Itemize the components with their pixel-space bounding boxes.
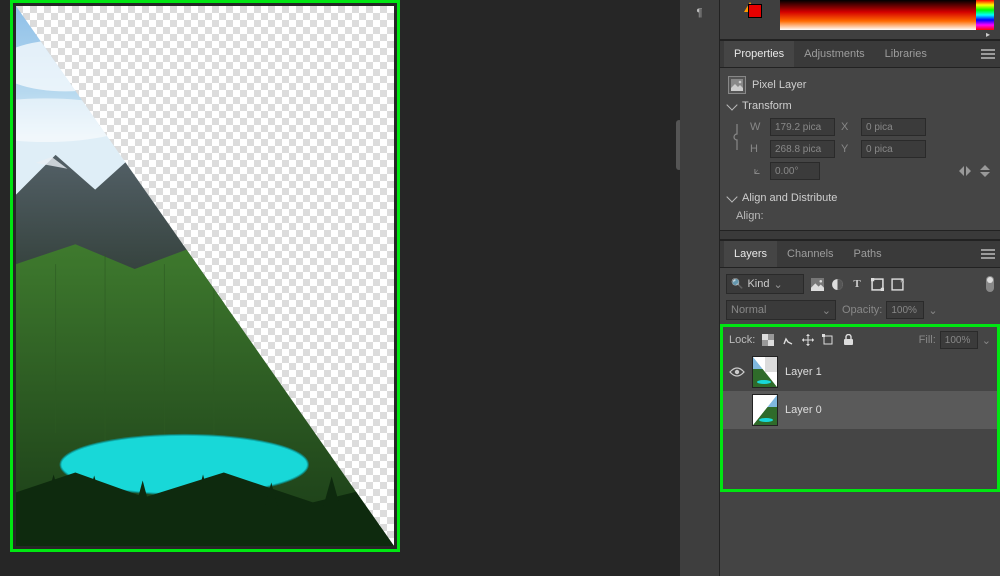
layers-tabs: Layers Channels Paths	[720, 240, 1000, 268]
lock-label: Lock:	[729, 334, 755, 346]
document-image	[16, 6, 394, 546]
collapsed-panel-strip: ¶	[680, 0, 720, 576]
right-panels: ▸ Properties Adjustments Libraries Pixel…	[720, 0, 1000, 576]
search-icon: 🔍	[731, 279, 743, 290]
height-field[interactable]: 268.8 pica	[770, 140, 835, 158]
lock-transparency-icon[interactable]	[761, 333, 775, 347]
foreground-swatch[interactable]	[748, 4, 762, 18]
tab-layers[interactable]: Layers	[724, 241, 777, 267]
filter-smartobject-icon[interactable]	[890, 277, 904, 291]
lock-all-icon[interactable]	[841, 333, 855, 347]
layers-flyout-menu-icon[interactable]	[976, 242, 1000, 266]
document[interactable]	[16, 6, 394, 546]
x-field[interactable]: 0 pica	[861, 118, 926, 136]
filter-type-icon[interactable]: T	[850, 277, 864, 291]
align-label: Align:	[736, 210, 764, 222]
chevron-down-icon: ⌄	[773, 278, 785, 291]
fill-field[interactable]: 100%	[940, 331, 978, 349]
tab-adjustments[interactable]: Adjustments	[794, 41, 875, 67]
y-label: Y	[841, 143, 855, 155]
section-align-header[interactable]: Align and Distribute	[728, 192, 992, 204]
lock-image-icon[interactable]	[781, 333, 795, 347]
filter-kind-label: Kind	[747, 278, 769, 290]
blend-mode-select[interactable]: Normal ⌄	[726, 300, 836, 320]
paragraph-panel-icon[interactable]: ¶	[691, 4, 709, 22]
visibility-toggle[interactable]	[729, 366, 745, 378]
properties-tabs: Properties Adjustments Libraries	[720, 40, 1000, 68]
filter-toggle[interactable]	[986, 276, 994, 292]
transform-grid: W 179.2 pica X 0 pica H 268.8 pica Y 0 p…	[728, 118, 992, 158]
layer-type-label: Pixel Layer	[752, 79, 806, 91]
lock-position-icon[interactable]	[801, 333, 815, 347]
layer-name[interactable]: Layer 1	[785, 366, 822, 378]
filter-kind-select[interactable]: 🔍 Kind ⌄	[726, 274, 804, 294]
hue-strip[interactable]	[976, 0, 994, 30]
pixel-layer-icon	[728, 76, 746, 94]
opacity-field[interactable]: 100%	[886, 301, 924, 319]
angle-icon: ⟀	[750, 164, 764, 178]
chevron-down-icon	[726, 191, 737, 202]
blend-opacity-row: Normal ⌄ Opacity: 100% ⌄	[720, 300, 1000, 324]
blend-mode-value: Normal	[731, 304, 766, 316]
link-wh-icon[interactable]	[732, 122, 742, 159]
chevron-down-icon[interactable]: ⌄	[928, 304, 937, 317]
color-panel-resize-icon: ▸	[986, 30, 990, 39]
flip-vertical-icon[interactable]	[978, 164, 992, 178]
rotation-field[interactable]: 0.00°	[770, 162, 820, 180]
color-panel[interactable]: ▸	[720, 0, 1000, 40]
layers-list-highlight-frame: Lock: Fill: 100% ⌄	[720, 324, 1000, 492]
flip-horizontal-icon[interactable]	[958, 164, 972, 178]
layer-thumbnail[interactable]	[753, 357, 777, 387]
panel-spacer	[720, 230, 1000, 240]
layer-filter-row: 🔍 Kind ⌄ T	[720, 268, 1000, 300]
canvas-area[interactable]	[0, 0, 680, 576]
filter-pixel-icon[interactable]	[810, 277, 824, 291]
lock-artboard-icon[interactable]	[821, 333, 835, 347]
section-transform-header[interactable]: Transform	[728, 100, 992, 112]
fill-label: Fill:	[919, 334, 936, 346]
lock-row: Lock: Fill: 100% ⌄	[723, 327, 997, 353]
layer-row[interactable]: Layer 0	[723, 391, 997, 429]
width-field[interactable]: 179.2 pica	[770, 118, 835, 136]
filter-shape-icon[interactable]	[870, 277, 884, 291]
layer-thumbnail[interactable]	[753, 395, 777, 425]
section-align-label: Align and Distribute	[742, 192, 837, 204]
layer-name[interactable]: Layer 0	[785, 404, 822, 416]
tab-libraries[interactable]: Libraries	[875, 41, 937, 67]
y-field[interactable]: 0 pica	[861, 140, 926, 158]
opacity-label: Opacity:	[842, 304, 882, 316]
filter-adjustment-icon[interactable]	[830, 277, 844, 291]
tab-properties[interactable]: Properties	[724, 41, 794, 67]
w-label: W	[750, 121, 764, 133]
x-label: X	[841, 121, 855, 133]
document-highlight-frame	[10, 0, 400, 552]
section-transform-label: Transform	[742, 100, 792, 112]
tab-paths[interactable]: Paths	[844, 241, 892, 267]
chevron-down-icon[interactable]: ⌄	[982, 334, 991, 347]
h-label: H	[750, 143, 764, 155]
tab-channels[interactable]: Channels	[777, 241, 843, 267]
properties-flyout-menu-icon[interactable]	[976, 42, 1000, 66]
color-ramp[interactable]	[780, 0, 994, 30]
properties-body: Pixel Layer Transform W 179.2 pica X 0 p…	[720, 68, 1000, 230]
chevron-down-icon	[726, 99, 737, 110]
layer-row[interactable]: Layer 1	[723, 353, 997, 391]
chevron-down-icon: ⌄	[822, 304, 831, 317]
